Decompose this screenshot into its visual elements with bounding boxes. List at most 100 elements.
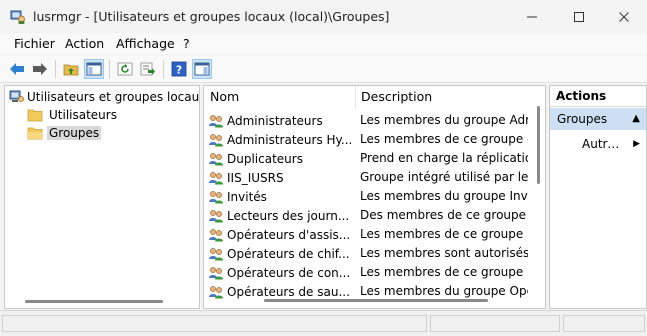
cell-name: Invités [208,187,354,206]
status-segment [563,315,645,332]
group-name: Opérateurs de sau... [227,284,350,299]
close-button[interactable] [601,0,647,33]
group-description: Des membres de ce groupe peuvent [360,208,528,222]
computer-management-icon [10,9,26,25]
cell-name: IIS_IUSRS [208,168,354,187]
mmc-window: lusrmgr - [Utilisateurs et groupes locau… [0,0,647,336]
group-icon [209,247,223,260]
tree-horizontal-scrollbar[interactable] [25,300,163,303]
actions-title: Actions [550,86,646,107]
tree-item-groupes[interactable]: Groupes [27,124,102,141]
back-button[interactable] [7,59,27,79]
group-icon [209,152,223,165]
group-icon [209,190,223,203]
group-name: Lecteurs des journ... [227,208,350,223]
folder-open-icon [27,127,43,139]
status-segment [430,315,560,332]
group-name: IIS_IUSRS [227,170,284,185]
actions-pane: Actions Groupes ▲ Autres actions ▶ [549,85,647,309]
group-name: Opérateurs de chif... [227,246,350,261]
minimize-button[interactable] [509,0,555,33]
group-description: Les membres du groupe Invités ont [360,189,528,203]
refresh-button[interactable] [115,59,135,79]
column-header-nom[interactable]: Nom [204,86,354,108]
group-icon [209,171,223,184]
console-tree-icon [86,62,102,76]
group-name: Administrateurs [227,113,323,128]
group-description: Prend en charge la réplication de [360,151,528,165]
close-icon [619,11,629,22]
group-name: Opérateurs de con... [227,265,351,280]
tree-item-utilisateurs[interactable]: Utilisateurs [27,106,119,123]
group-icon [209,228,223,241]
table-row[interactable]: Duplicateurs Prend en charge la réplicati… [204,149,538,168]
table-row[interactable]: Administrateurs Les membres du groupe Adm… [204,111,538,130]
group-name: Administrateurs Hy... [227,132,353,147]
window-title: lusrmgr - [Utilisateurs et groupes locau… [33,9,390,24]
show-hide-console-tree-button[interactable] [84,59,104,79]
cell-name: Opérateurs de con... [208,263,354,282]
menu-bar: Fichier Action Affichage ? [0,33,647,55]
column-header-description[interactable]: Description [355,86,545,108]
cell-name: Opérateurs de chif... [208,244,354,263]
list-horizontal-scrollbar[interactable] [264,299,488,302]
actions-group-groupes[interactable]: Groupes ▲ [550,108,646,130]
more-actions-label: Autres actions [582,137,620,151]
collapse-icon[interactable]: ▲ [632,108,640,130]
local-users-groups-icon [9,90,24,102]
group-icon [209,209,223,222]
menu-action[interactable]: Action [65,36,104,51]
table-row[interactable]: Invités Les membres du groupe Invités ont [204,187,538,206]
results-pane[interactable]: Nom Description Administrateurs Les membr… [203,85,546,309]
group-description: Les membres de ce groupe peuvent [360,265,528,279]
group-name: Invités [227,189,267,204]
status-bar [0,310,647,336]
maximize-icon [574,11,584,22]
status-segment [2,315,427,332]
group-icon [209,266,223,279]
maximize-button[interactable] [556,0,602,33]
table-row[interactable]: Lecteurs des journ... Des membres de ce g… [204,206,538,225]
export-list-button[interactable] [138,59,158,79]
forward-arrow-icon [33,63,47,75]
group-icon [209,285,223,298]
group-name: Opérateurs d'assis... [227,227,351,242]
table-row[interactable]: Opérateurs d'assis... Les membres de ce g… [204,225,538,244]
menu-help[interactable]: ? [183,36,190,51]
help-button[interactable]: ? [169,59,189,79]
group-name: Duplicateurs [227,151,303,166]
group-icon [209,133,223,146]
folder-icon [27,109,43,121]
table-row[interactable]: Administrateurs Hy... Les membres de ce g… [204,130,538,149]
group-description: Les membres de ce groupe peuvent [360,227,528,241]
tree-item-label: Groupes [47,125,102,140]
help-icon: ? [171,61,187,77]
cell-name: Administrateurs [208,111,354,130]
toolbar: ? [0,56,647,83]
console-tree-pane[interactable]: Utilisateurs et groupes locaux (local) U… [4,85,200,309]
cell-name: Opérateurs d'assis... [208,225,354,244]
action-pane-icon [194,62,210,76]
table-row[interactable]: Opérateurs de chif... Les membres sont au… [204,244,538,263]
refresh-icon [117,62,133,76]
show-hide-action-pane-button[interactable] [192,59,212,79]
group-description: Les membres du groupe Administrateurs [360,113,528,127]
group-list: Administrateurs Les membres du groupe Adm… [204,111,538,301]
up-folder-icon [63,64,79,76]
group-description: Les membres de ce groupe disposent [360,132,528,146]
menu-affichage[interactable]: Affichage [116,36,175,51]
group-description: Groupe intégré utilisé par les services [360,170,528,184]
menu-fichier[interactable]: Fichier [14,36,55,51]
table-row[interactable]: IIS_IUSRS Groupe intégré utilisé par les … [204,168,538,187]
minimize-icon [527,16,537,17]
forward-button[interactable] [30,59,50,79]
title-bar[interactable]: lusrmgr - [Utilisateurs et groupes locau… [0,0,647,33]
table-row[interactable]: Opérateurs de con... Les membres de ce gr… [204,263,538,282]
list-vertical-scrollbar[interactable] [537,106,540,184]
tree-item-label: Utilisateurs [49,107,117,122]
up-one-level-button[interactable] [61,59,81,79]
tree-root-label: Utilisateurs et groupes locaux (local) [27,89,200,104]
tree-item-root[interactable]: Utilisateurs et groupes locaux (local) [9,88,200,105]
more-actions-item[interactable]: Autres actions ▶ [550,134,646,154]
group-icon [209,114,223,127]
